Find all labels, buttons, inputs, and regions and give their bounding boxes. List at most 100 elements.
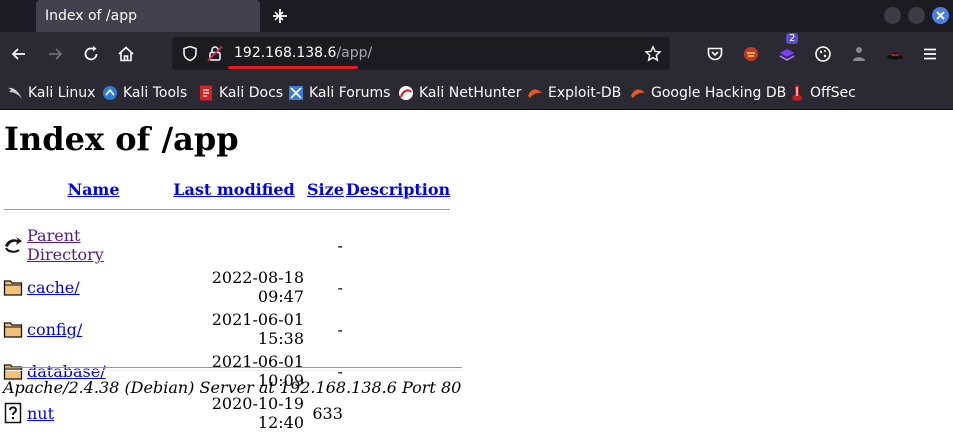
config-folder-link[interactable]: config/ <box>27 320 82 339</box>
extension-badge-count: 2 <box>786 33 799 44</box>
separator-row <box>2 203 451 223</box>
back-arrow-icon[interactable] <box>9 44 29 64</box>
bookmark-label: Kali Tools <box>123 85 188 101</box>
bookmark-label: Google Hacking DB <box>651 85 787 101</box>
maximize-window-button[interactable] <box>908 7 925 24</box>
row-modified: 2022-08-18 09:47 <box>211 268 304 306</box>
url-highlight-underline <box>228 66 358 69</box>
unknown-file-icon <box>4 402 22 424</box>
kali-dragon-icon <box>8 87 22 99</box>
bookmark-label: OffSec <box>810 85 856 101</box>
navigation-toolbar: 192.168.138.6/app/ 2 <box>0 32 953 77</box>
sort-by-size-link[interactable]: Size <box>307 180 344 199</box>
row-modified: 2021-06-01 15:38 <box>211 310 304 348</box>
url-text: 192.168.138.6/app/ <box>234 45 372 61</box>
bookmark-kali-linux[interactable]: Kali Linux <box>6 84 95 102</box>
row-icon-cell <box>2 267 24 307</box>
bookmarks-toolbar: Kali Linux Kali Tools Kali Docs Kali For… <box>0 77 953 110</box>
exploit-db-icon <box>528 89 542 98</box>
close-window-icon <box>936 11 945 20</box>
cookie-icon[interactable] <box>813 44 833 64</box>
kali-forums-icon <box>289 86 303 100</box>
forward-arrow-icon[interactable] <box>45 44 65 64</box>
server-signature: Apache/2.4.38 (Debian) Server at 192.168… <box>3 378 462 397</box>
row-size: 633 <box>312 403 343 423</box>
bookmark-label: Kali Linux <box>28 85 96 101</box>
back-icon <box>5 237 22 253</box>
kali-tools-icon <box>103 86 117 100</box>
row-icon-cell <box>2 225 24 265</box>
kali-docs-icon <box>200 85 212 101</box>
sort-by-description-link[interactable]: Description <box>346 180 450 199</box>
url-host: 192.168.138.6 <box>234 45 337 61</box>
bookmark-label: Exploit-DB <box>548 85 622 101</box>
row-name-cell: nut <box>26 393 161 433</box>
hamburger-menu-icon[interactable] <box>920 44 940 64</box>
bookmark-kali-tools[interactable]: Kali Tools <box>101 84 187 102</box>
nut-file-link[interactable]: nut <box>27 404 54 423</box>
row-size: - <box>337 277 343 297</box>
bookmark-label: Kali Docs <box>219 85 284 101</box>
row-description <box>346 267 450 307</box>
minimize-window-button[interactable] <box>884 7 901 24</box>
new-tab-icon[interactable] <box>270 6 290 26</box>
row-description <box>346 309 450 349</box>
bookmark-exploit-db[interactable]: Exploit-DB <box>526 84 621 102</box>
parent-directory-link[interactable]: Parent Directory <box>27 226 104 264</box>
url-path: /app/ <box>336 45 373 61</box>
table-row: config/ 2021-06-01 15:38 - <box>2 309 450 349</box>
cache-folder-link[interactable]: cache/ <box>27 278 80 297</box>
extension-badge-icon[interactable] <box>777 44 797 64</box>
url-bar[interactable]: 192.168.138.6/app/ <box>172 37 670 70</box>
row-name-cell: config/ <box>26 309 161 349</box>
pocket-icon[interactable] <box>705 44 725 64</box>
close-window-button[interactable] <box>932 7 949 24</box>
home-icon[interactable] <box>116 44 136 64</box>
folder-icon <box>3 280 23 296</box>
table-row: Parent Directory - <box>2 225 450 265</box>
bookmark-kali-docs[interactable]: Kali Docs <box>197 84 283 102</box>
ublock-extension-icon[interactable] <box>741 44 761 64</box>
bookmark-google-hacking-db[interactable]: Google Hacking DB <box>629 84 786 102</box>
insecure-lock-icon[interactable] <box>207 45 223 62</box>
sort-by-name-link[interactable]: Name <box>67 180 119 199</box>
bookmark-kali-nethunter[interactable]: Kali NetHunter <box>397 84 521 102</box>
header-icon-cell <box>2 178 24 201</box>
row-icon-cell <box>2 309 24 349</box>
page-title: Index of /app <box>4 120 239 158</box>
offsec-icon <box>792 85 802 101</box>
bookmark-kali-forums[interactable]: Kali Forums <box>287 84 390 102</box>
separator-line <box>4 209 451 213</box>
bookmark-label: Kali Forums <box>309 85 391 101</box>
bottom-separator-line <box>6 367 462 371</box>
row-description <box>346 393 450 433</box>
row-icon-cell <box>2 393 24 433</box>
tab-title: Index of /app <box>45 8 138 24</box>
nethunter-icon <box>399 86 413 100</box>
row-modified <box>163 225 305 265</box>
row-name-cell: cache/ <box>26 267 161 307</box>
tracking-shield-icon[interactable] <box>182 45 198 62</box>
header-size: Size <box>307 178 344 201</box>
ghdb-icon <box>631 89 645 98</box>
row-size: - <box>337 319 343 339</box>
sort-by-last-modified-link[interactable]: Last modified <box>173 180 294 199</box>
header-description: Description <box>346 178 450 201</box>
spy-extension-icon[interactable] <box>849 44 869 64</box>
tab-bar: Index of /app <box>0 0 953 32</box>
row-description <box>346 225 450 265</box>
bookmark-label: Kali NetHunter <box>419 85 522 101</box>
header-row: Name Last modified Size Description <box>2 178 450 201</box>
hat-extension-icon[interactable] <box>885 44 905 64</box>
folder-icon <box>3 322 23 338</box>
table-row: cache/ 2022-08-18 09:47 - <box>2 267 450 307</box>
bookmark-star-icon[interactable] <box>644 45 662 63</box>
table-row: nut 2020-10-19 12:40 633 <box>2 393 450 433</box>
reload-icon[interactable] <box>81 44 101 64</box>
tab-active[interactable]: Index of /app <box>36 0 284 32</box>
header-name: Name <box>26 178 161 201</box>
row-modified: 2020-10-19 12:40 <box>211 394 304 432</box>
row-size: - <box>337 235 343 255</box>
row-name-cell: Parent Directory <box>26 225 161 265</box>
bookmark-offsec[interactable]: OffSec <box>788 84 856 102</box>
